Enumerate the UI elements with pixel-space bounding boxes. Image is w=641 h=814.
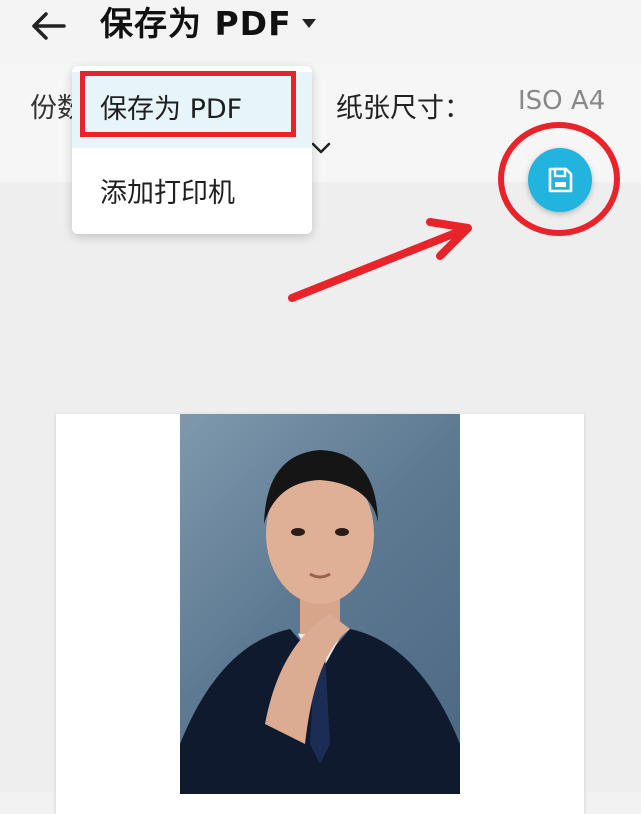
chevron-down-icon[interactable]: [310, 140, 332, 156]
paper-size-value[interactable]: ISO A4: [518, 86, 605, 116]
annotation-highlight-box: [80, 71, 296, 137]
paper-size-label: 纸张尺寸：: [336, 93, 471, 124]
printer-select-title[interactable]: 保存为 PDF: [100, 4, 292, 44]
preview-page: [56, 414, 584, 814]
portrait-photo: [180, 414, 460, 794]
arrow-left-icon: [32, 12, 66, 40]
caret-down-icon[interactable]: [300, 16, 318, 30]
annotation-arrow: [288, 218, 472, 302]
annotation-circle: [498, 122, 620, 236]
back-button[interactable]: [26, 6, 74, 46]
portrait-illustration: [180, 450, 460, 794]
menu-item-add-printer[interactable]: 添加打印机: [72, 156, 312, 232]
top-bar: 保存为 PDF: [0, 0, 641, 64]
